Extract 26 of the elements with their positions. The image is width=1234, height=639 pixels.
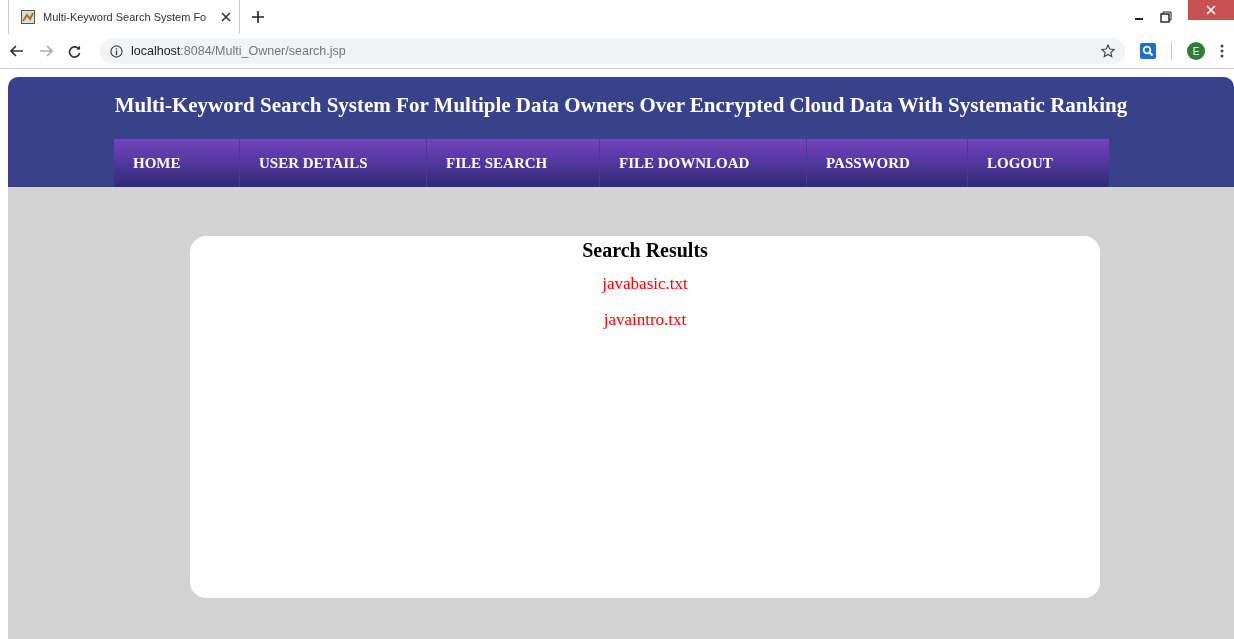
info-icon [110,44,123,58]
maximize-icon[interactable] [1160,11,1172,23]
back-icon[interactable] [10,45,24,57]
close-icon[interactable] [221,12,231,22]
profile-avatar[interactable]: E [1187,42,1205,60]
file-link[interactable]: javabasic.txt [602,274,688,294]
nav-link[interactable]: FILE SEARCH [427,139,600,187]
star-icon[interactable] [1101,44,1115,58]
address-field[interactable]: localhost:8084/Multi_Owner/search.jsp [100,38,1125,64]
nav-link[interactable]: LOGOUT [968,139,1110,187]
new-tab-icon[interactable] [252,11,264,23]
window-close-button[interactable] [1188,0,1234,20]
results-heading: Search Results [582,239,708,262]
favicon-icon [21,10,35,24]
close-icon [1206,5,1216,15]
nav-link[interactable]: FILE DOWNLOAD [600,139,807,187]
search-icon[interactable] [1140,43,1156,59]
file-link[interactable]: javaintro.txt [603,310,687,330]
site-title: Multi-Keyword Search System For Multiple Data Owners Over Encrypted Cloud Data With Systematic Ranking [114,93,1128,119]
menu-icon[interactable] [1220,44,1224,58]
reload-icon[interactable] [68,44,81,58]
browser-tab[interactable]: Multi-Keyword Search System Fo [8,0,240,34]
nav-link[interactable]: HOME [114,139,240,187]
nav-link[interactable]: PASSWORD [807,139,968,187]
tab-title: Multi-Keyword Search System Fo [43,11,208,23]
nav-link[interactable]: USER DETAILS [240,139,427,187]
